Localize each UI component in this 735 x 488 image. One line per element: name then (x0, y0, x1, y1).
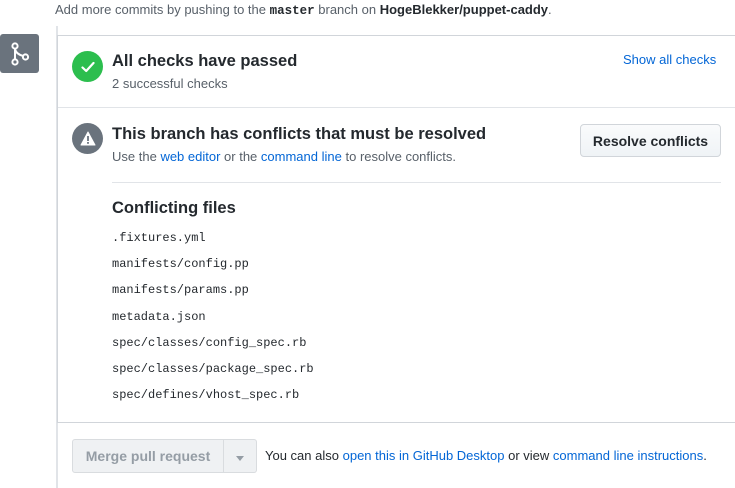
conflicting-file: spec/classes/config_spec.rb (112, 335, 307, 350)
web-editor-link[interactable]: web editor (160, 149, 220, 164)
check-icon (72, 51, 103, 82)
conflict-hint-prefix: Use the (112, 149, 157, 164)
conflict-title: This branch has conflicts that must be r… (112, 125, 487, 143)
checks-title: All checks have passed (112, 52, 298, 70)
merge-hint-middle: or view (508, 448, 550, 463)
open-in-desktop-link[interactable]: open this in GitHub Desktop (343, 448, 505, 463)
alert-icon (72, 123, 103, 154)
checks-subtitle: 2 successful checks (112, 76, 228, 91)
command-line-link[interactable]: command line (261, 149, 342, 164)
triangle-down-icon (236, 449, 244, 464)
conflict-hint: Use the web editor or the command line t… (112, 149, 456, 164)
git-merge-icon (0, 34, 39, 73)
show-all-checks-link[interactable]: Show all checks (623, 52, 716, 67)
resolve-conflicts-button[interactable]: Resolve conflicts (580, 124, 721, 157)
checks-section: All checks have passed 2 successful chec… (58, 36, 735, 108)
conflicting-file: manifests/params.pp (112, 283, 249, 298)
conflict-hint-suffix: to resolve conflicts. (345, 149, 457, 164)
repo-name: HogeBlekker/puppet-caddy (379, 2, 549, 17)
branch-name: master (269, 4, 315, 18)
push-hint-middle: branch on (318, 2, 377, 17)
conflicting-file: spec/defines/vhost_spec.rb (112, 388, 300, 403)
conflicting-file: spec/classes/package_spec.rb (112, 361, 314, 376)
merge-hint-prefix: You can also (265, 448, 339, 463)
push-hint-prefix: Add more commits by pushing to the (55, 2, 266, 17)
divider (112, 182, 721, 183)
conflicting-files-list: .fixtures.yml manifests/config.pp manife… (112, 230, 314, 413)
merge-button-group: Merge pull request (72, 439, 257, 473)
command-line-instructions-link[interactable]: command line instructions (553, 448, 703, 463)
merge-status-box: All checks have passed 2 successful chec… (57, 35, 735, 423)
merge-hint-suffix: . (703, 448, 707, 463)
conflicting-files-title: Conflicting files (112, 199, 236, 217)
conflicting-file: manifests/config.pp (112, 257, 249, 272)
push-hint-suffix: . (548, 2, 552, 17)
conflicting-file: metadata.json (112, 309, 206, 324)
merge-method-dropdown[interactable] (224, 439, 257, 473)
merge-pull-request-button[interactable]: Merge pull request (72, 439, 224, 473)
push-hint: Add more commits by pushing to the maste… (55, 2, 552, 18)
conflict-hint-middle: or the (224, 149, 258, 164)
conflicting-file: .fixtures.yml (112, 231, 206, 245)
merge-hint: You can also open this in GitHub Desktop… (265, 448, 707, 463)
